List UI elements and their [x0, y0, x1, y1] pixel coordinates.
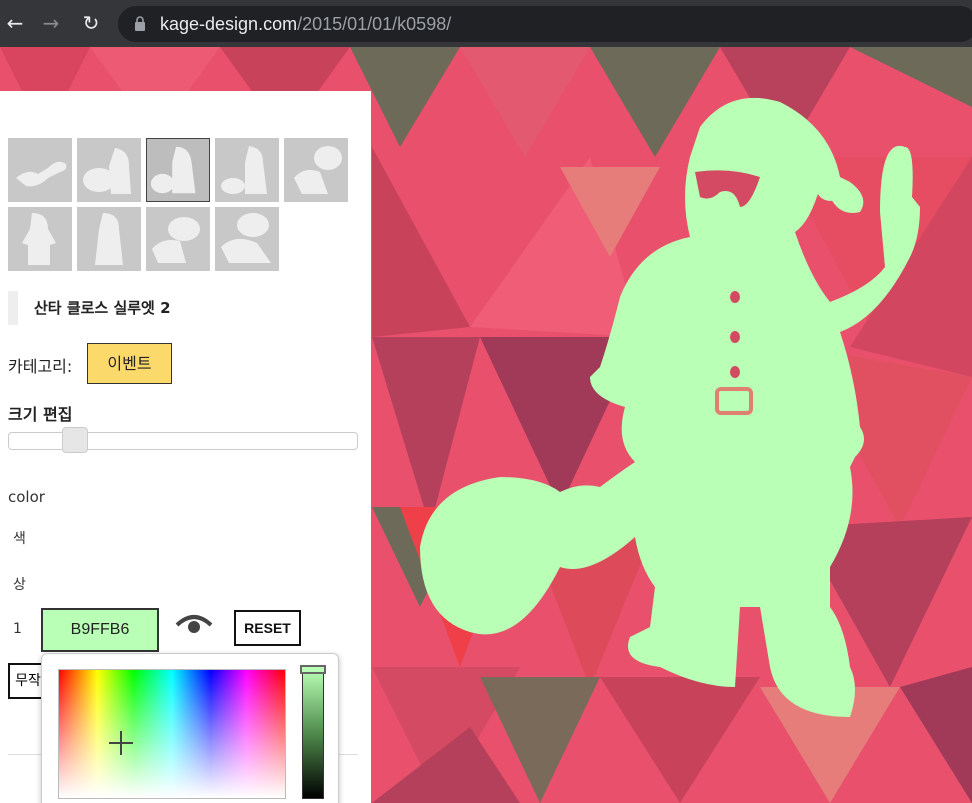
size-slider-handle[interactable]	[62, 427, 88, 453]
size-slider-track[interactable]	[8, 432, 358, 450]
color-picker-popup	[41, 653, 339, 803]
crosshair-icon[interactable]	[109, 731, 133, 755]
color-level-bar[interactable]	[302, 668, 324, 799]
color-label-2: 상	[13, 577, 26, 593]
saturation-value-area[interactable]	[58, 669, 286, 799]
reset-button[interactable]: RESET	[234, 610, 301, 646]
thumbnail-santa-9[interactable]	[215, 207, 279, 271]
thumbnail-santa-4[interactable]	[215, 138, 279, 202]
back-icon[interactable]: ←	[0, 8, 30, 38]
thumbnail-santa-5[interactable]	[284, 138, 348, 202]
reload-icon[interactable]: ↻	[76, 8, 106, 38]
thumbnail-santa-3[interactable]	[146, 138, 210, 202]
url-path: /2015/01/01/k0598/	[297, 14, 452, 34]
hex-color-input[interactable]: B9FFB6	[41, 608, 159, 652]
color-section-title: color	[8, 488, 45, 506]
lock-icon	[135, 16, 145, 31]
thumbnail-santa-2[interactable]	[77, 138, 141, 202]
title-accent-bar	[8, 291, 18, 325]
color-label-1: 색	[13, 531, 26, 547]
thumbnail-santa-6[interactable]	[8, 207, 72, 271]
size-edit-title: 크기 편집	[8, 405, 73, 424]
browser-toolbar: ← → ↻ kage-design.com/2015/01/01/k0598/	[0, 0, 972, 47]
category-label: 카테고리:	[8, 357, 73, 376]
eye-icon[interactable]	[175, 611, 213, 637]
color-label-3: 1	[13, 621, 22, 637]
random-color-label: 무작위	[15, 673, 41, 689]
address-bar[interactable]: kage-design.com/2015/01/01/k0598/	[118, 6, 972, 42]
url-text: kage-design.com/2015/01/01/k0598/	[160, 14, 451, 35]
thumbnail-santa-8[interactable]	[146, 207, 210, 271]
thumbnail-santa-7[interactable]	[77, 207, 141, 271]
thumbnail-santa-1[interactable]	[8, 138, 72, 202]
url-domain: kage-design.com	[160, 14, 298, 34]
category-badge[interactable]: 이벤트	[87, 343, 172, 384]
item-title: 산타 클로스 실루엣 2	[34, 299, 171, 317]
forward-icon[interactable]: →	[36, 8, 66, 38]
color-level-handle[interactable]	[300, 665, 326, 674]
